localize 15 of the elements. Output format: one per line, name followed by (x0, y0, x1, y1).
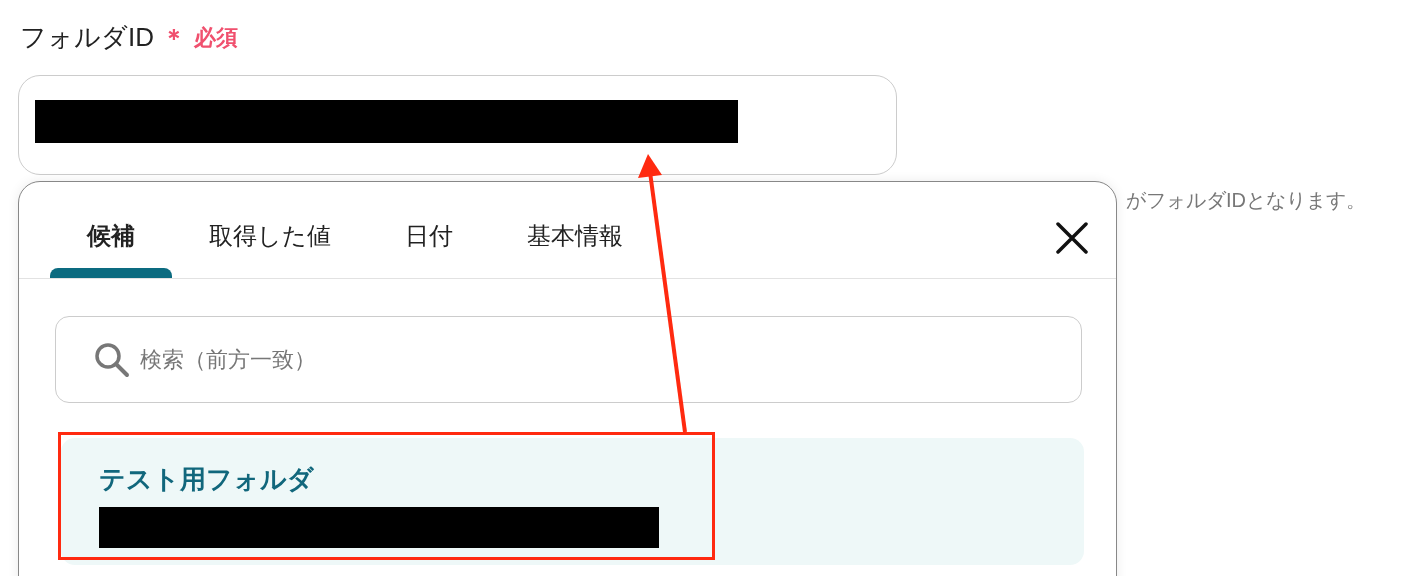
search-field[interactable]: 検索（前方一致） (55, 316, 1082, 403)
field-label: フォルダID (20, 21, 154, 54)
input-field[interactable] (18, 75, 897, 175)
option-item[interactable]: テスト用フォルダ (61, 438, 1084, 565)
search-icon (94, 341, 130, 378)
required-text: 必須 (194, 24, 238, 52)
required-mark: ＊ (162, 22, 186, 53)
option-title: テスト用フォルダ (99, 463, 315, 496)
tab[interactable]: 日付 (368, 218, 490, 278)
close-icon[interactable] (1056, 222, 1088, 254)
search-input[interactable]: 検索（前方一致） (140, 343, 1081, 376)
tab[interactable]: 候補 (50, 218, 172, 278)
tab[interactable]: 基本情報 (490, 218, 660, 278)
tab[interactable]: 取得した値 (172, 218, 368, 278)
hint-text: がフォルダIDとなります。 (1126, 188, 1366, 213)
